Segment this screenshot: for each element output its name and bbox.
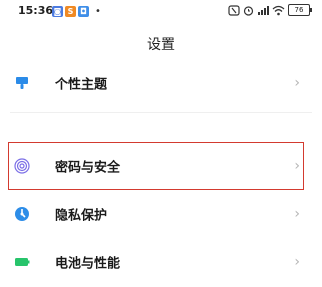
settings-item-password-security[interactable]: 密码与安全 › xyxy=(0,144,322,188)
more-notifications-dot: • xyxy=(95,5,101,17)
nfc-icon xyxy=(228,4,240,16)
settings-item-privacy[interactable]: 隐私保护 › xyxy=(0,192,322,236)
battery-icon xyxy=(15,258,30,266)
chevron-right-icon: › xyxy=(294,75,300,91)
settings-item-theme[interactable]: 个性主题 › xyxy=(0,61,322,105)
chevron-right-icon: › xyxy=(294,254,300,270)
settings-item-label: 密码与安全 xyxy=(55,160,121,176)
chevron-right-icon: › xyxy=(294,206,300,222)
chevron-right-icon: › xyxy=(294,158,300,174)
alarm-icon xyxy=(243,5,254,16)
section-divider xyxy=(10,112,312,113)
status-time: 15:36 xyxy=(18,4,54,17)
notification-app-icon: S xyxy=(65,5,76,17)
settings-item-label: 电池与性能 xyxy=(55,256,121,272)
battery-level: 76 xyxy=(288,4,312,16)
settings-item-label: 隐私保护 xyxy=(55,208,108,224)
fingerprint-icon xyxy=(14,158,30,174)
notification-app-icon: ◘ xyxy=(78,5,89,17)
page-title: 设置 xyxy=(147,37,175,53)
signal-icon xyxy=(258,5,269,15)
settings-item-label: 个性主题 xyxy=(55,77,108,93)
wifi-icon xyxy=(272,5,285,15)
system-icons: 76 xyxy=(228,4,312,16)
notification-icons: ◙ S ◘ • xyxy=(52,5,101,17)
status-bar: 15:36 ◙ S ◘ • 76 xyxy=(0,0,322,22)
notification-app-icon: ◙ xyxy=(52,5,63,17)
privacy-icon xyxy=(15,207,29,221)
settings-item-battery-performance[interactable]: 电池与性能 › xyxy=(0,240,322,284)
theme-icon xyxy=(16,77,28,89)
